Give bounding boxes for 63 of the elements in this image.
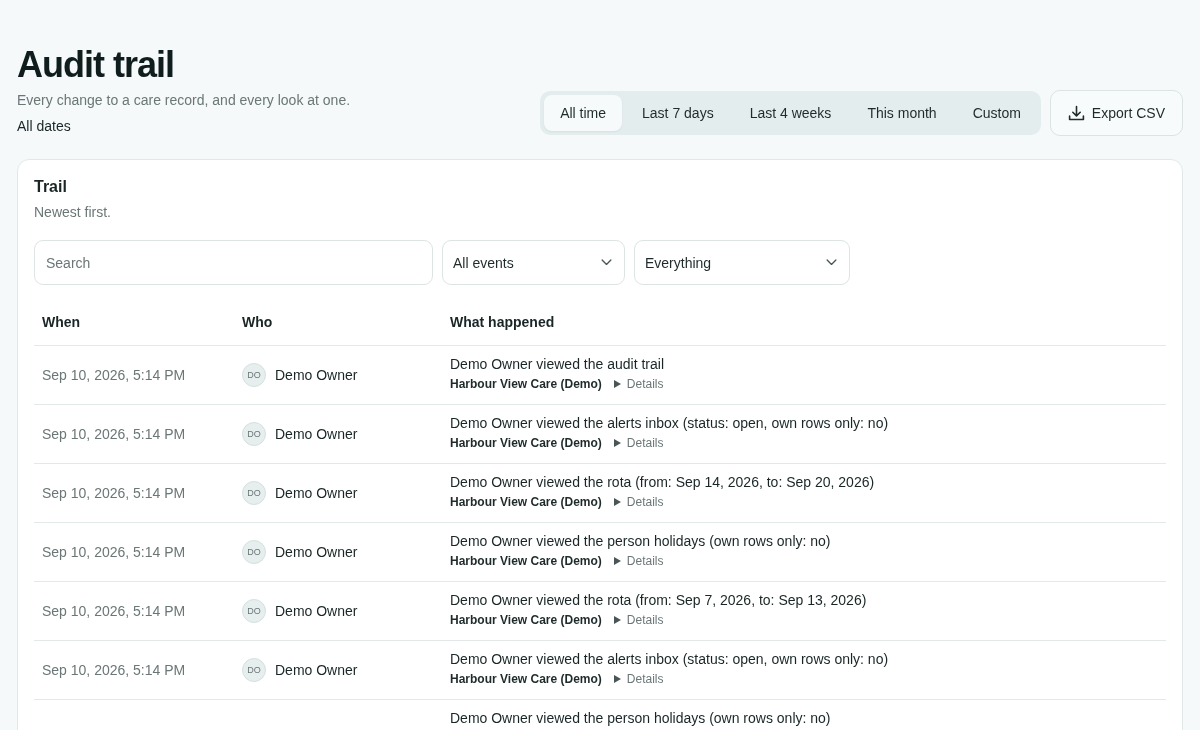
chevron-down-icon <box>601 259 612 266</box>
triangle-icon <box>613 675 621 683</box>
timestamp: Sep 10, 2026, 5:14 PM <box>42 366 186 385</box>
column-header: When <box>41 314 82 330</box>
download-icon <box>1067 104 1085 122</box>
page-title: Audit trail <box>17 43 175 87</box>
user-name: Demo Owner <box>275 484 358 503</box>
organization-name: Harbour View Care (Demo) <box>450 494 602 511</box>
details-toggle[interactable]: Details <box>613 611 664 629</box>
user-name: Demo Owner <box>275 425 358 444</box>
search-field[interactable]: Search <box>34 240 433 285</box>
user-avatar: DO <box>242 422 266 446</box>
user-name: Demo Owner <box>275 543 358 562</box>
details-toggle[interactable]: Details <box>613 375 664 393</box>
user-avatar: DO <box>242 599 266 623</box>
event-description: Demo Owner viewed the alerts inbox (status: open, own rows only: no) <box>450 414 890 433</box>
details-toggle[interactable]: Details <box>613 493 664 511</box>
user-avatar: DO <box>242 540 266 564</box>
user-name: Demo Owner <box>275 661 358 680</box>
user-avatar: DO <box>242 658 266 682</box>
event-description: Demo Owner viewed the audit trail <box>450 355 665 374</box>
user-avatar: DO <box>242 363 266 387</box>
date-range-label: All dates <box>17 117 72 136</box>
event-description: Demo Owner viewed the rota (from: Sep 7, 2026, to: Sep 13, 2026) <box>450 591 868 610</box>
export-button[interactable]: Export CSV <box>1049 90 1183 136</box>
organization-name: Harbour View Care (Demo) <box>450 553 602 570</box>
event-description: Demo Owner viewed the alerts inbox (status: open, own rows only: no) <box>450 650 890 669</box>
organization-name: Harbour View Care (Demo) <box>450 671 602 688</box>
triangle-icon <box>613 557 621 565</box>
page-subtitle: Every change to a care record, and every look at one. <box>17 91 351 110</box>
chevron-down-icon <box>826 259 837 266</box>
timestamp: Sep 10, 2026, 5:14 PM <box>42 602 186 621</box>
triangle-icon <box>613 380 621 388</box>
organization-name: Harbour View Care (Demo) <box>450 376 602 393</box>
triangle-icon <box>613 616 621 624</box>
triangle-icon <box>613 439 621 447</box>
range-tab[interactable]: All time <box>544 95 623 131</box>
filter-dropdown[interactable]: All events <box>442 240 625 285</box>
details-toggle[interactable]: Details <box>613 434 664 452</box>
range-tab[interactable]: This month <box>851 95 953 131</box>
user-avatar: DO <box>242 481 266 505</box>
event-description: Demo Owner viewed the rota (from: Sep 14, 2026, to: Sep 20, 2026) <box>450 473 876 492</box>
timestamp: Sep 10, 2026, 5:14 PM <box>42 543 186 562</box>
organization-name: Harbour View Care (Demo) <box>450 435 602 452</box>
user-name: Demo Owner <box>275 366 358 385</box>
filter-dropdown[interactable]: Everything <box>634 240 850 285</box>
card-title: Trail <box>34 177 68 197</box>
range-tab[interactable]: Last 7 days <box>626 95 730 131</box>
column-header: Who <box>241 314 274 330</box>
user-name: Demo Owner <box>275 602 358 621</box>
timestamp: Sep 10, 2026, 5:14 PM <box>42 484 186 503</box>
organization-name: Harbour View Care (Demo) <box>450 612 602 629</box>
details-toggle[interactable]: Details <box>613 670 664 688</box>
timestamp: Sep 10, 2026, 5:14 PM <box>42 425 186 444</box>
triangle-icon <box>613 498 621 506</box>
column-header: What happened <box>449 314 556 330</box>
event-description: Demo Owner viewed the person holidays (own rows only: no) <box>450 709 832 728</box>
range-tab[interactable]: Last 4 weeks <box>733 95 848 131</box>
range-tab[interactable]: Custom <box>956 95 1037 131</box>
event-description: Demo Owner viewed the person holidays (own rows only: no) <box>450 532 832 551</box>
card-subtitle: Newest first. <box>34 203 112 222</box>
details-toggle[interactable]: Details <box>613 552 664 570</box>
timestamp: Sep 10, 2026, 5:14 PM <box>42 661 186 680</box>
